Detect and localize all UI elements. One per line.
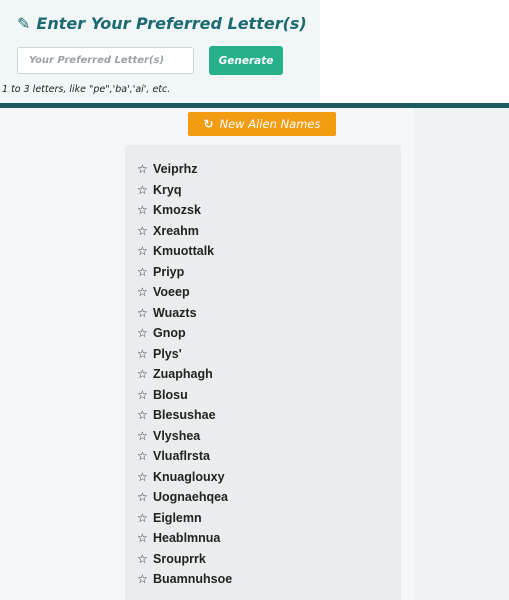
name-label: Buamnuhsoe xyxy=(153,572,233,587)
preferred-letters-panel: ✎ Enter Your Preferred Letter(s) Generate… xyxy=(0,0,320,103)
name-label: Priyp xyxy=(153,264,185,279)
form-title: ✎ Enter Your Preferred Letter(s) xyxy=(17,14,307,33)
name-label: Voeep xyxy=(153,285,190,300)
star-outline-icon[interactable]: ☆ xyxy=(137,183,153,197)
name-item[interactable]: ☆ Kmuottalk xyxy=(137,241,232,262)
star-outline-icon[interactable]: ☆ xyxy=(137,449,153,463)
right-gutter xyxy=(414,108,509,600)
star-outline-icon[interactable]: ☆ xyxy=(137,552,153,566)
star-outline-icon[interactable]: ☆ xyxy=(137,531,153,545)
star-outline-icon[interactable]: ☆ xyxy=(137,162,153,176)
name-label: Blosu xyxy=(153,387,188,402)
star-outline-icon[interactable]: ☆ xyxy=(137,326,153,340)
name-label: Uognaehqea xyxy=(153,490,229,505)
star-outline-icon[interactable]: ☆ xyxy=(137,265,153,279)
star-outline-icon[interactable]: ☆ xyxy=(137,347,153,361)
star-outline-icon[interactable]: ☆ xyxy=(137,367,153,381)
name-item[interactable]: ☆ Blesushae xyxy=(137,405,232,426)
name-item[interactable]: ☆ Priyp xyxy=(137,262,232,283)
name-label: Zuaphagh xyxy=(153,367,213,382)
name-item[interactable]: ☆ Eiglemn xyxy=(137,508,232,529)
name-item[interactable]: ☆ Veiprhz xyxy=(137,159,232,180)
name-item[interactable]: ☆ Srouprrk xyxy=(137,549,232,570)
name-label: Vluaflrsta xyxy=(153,449,210,464)
name-label: Xreahm xyxy=(153,223,199,238)
star-outline-icon[interactable]: ☆ xyxy=(137,429,153,443)
star-outline-icon[interactable]: ☆ xyxy=(137,285,153,299)
star-outline-icon[interactable]: ☆ xyxy=(137,490,153,504)
name-label: Vlyshea xyxy=(153,428,201,443)
name-label: Gnop xyxy=(153,326,186,341)
name-label: Veiprhz xyxy=(153,162,198,177)
name-item[interactable]: ☆ Vluaflrsta xyxy=(137,446,232,467)
refresh-icon: ↻ xyxy=(203,117,214,131)
name-item[interactable]: ☆ Kryq xyxy=(137,180,232,201)
star-outline-icon[interactable]: ☆ xyxy=(137,388,153,402)
name-label: Eiglemn xyxy=(153,510,202,525)
star-outline-icon[interactable]: ☆ xyxy=(137,572,153,586)
input-hint: 1 to 3 letters, like "pe",'ba','ai', etc… xyxy=(2,84,171,95)
star-outline-icon[interactable]: ☆ xyxy=(137,244,153,258)
name-item[interactable]: ☆ Plys' xyxy=(137,344,232,365)
name-item[interactable]: ☆ Kmozsk xyxy=(137,200,232,221)
name-item[interactable]: ☆ Heablmnua xyxy=(137,528,232,549)
new-alien-names-button[interactable]: ↻ New Alien Names xyxy=(188,112,336,136)
name-label: Plys' xyxy=(153,346,182,361)
names-list: ☆ Veiprhz ☆ Kryq ☆ Kmozsk ☆ Xreahm ☆ Kmuottalk ☆ Pr… xyxy=(137,159,232,590)
star-outline-icon[interactable]: ☆ xyxy=(137,511,153,525)
preferred-letters-input[interactable] xyxy=(17,47,194,74)
form-title-text: Enter Your Preferred Letter(s) xyxy=(36,14,307,33)
name-label: Srouprrk xyxy=(153,551,206,566)
name-label: Knuaglouxy xyxy=(153,469,225,484)
generate-button[interactable]: Generate xyxy=(209,46,283,75)
new-alien-names-label: New Alien Names xyxy=(219,117,321,131)
star-outline-icon[interactable]: ☆ xyxy=(137,470,153,484)
name-item[interactable]: ☆ Zuaphagh xyxy=(137,364,232,385)
name-label: Wuazts xyxy=(153,305,197,320)
name-item[interactable]: ☆ Xreahm xyxy=(137,221,232,242)
name-item[interactable]: ☆ Gnop xyxy=(137,323,232,344)
name-item[interactable]: ☆ Buamnuhsoe xyxy=(137,569,232,590)
name-item[interactable]: ☆ Wuazts xyxy=(137,303,232,324)
star-outline-icon[interactable]: ☆ xyxy=(137,203,153,217)
name-label: Kmuottalk xyxy=(153,244,215,259)
name-item[interactable]: ☆ Voeep xyxy=(137,282,232,303)
names-panel: ☆ Veiprhz ☆ Kryq ☆ Kmozsk ☆ Xreahm ☆ Kmuottalk ☆ Pr… xyxy=(125,145,401,600)
name-label: Kmozsk xyxy=(153,203,201,218)
star-outline-icon[interactable]: ☆ xyxy=(137,224,153,238)
name-label: Blesushae xyxy=(153,408,216,423)
name-item[interactable]: ☆ Vlyshea xyxy=(137,426,232,447)
edit-icon: ✎ xyxy=(17,14,31,33)
name-item[interactable]: ☆ Blosu xyxy=(137,385,232,406)
name-item[interactable]: ☆ Uognaehqea xyxy=(137,487,232,508)
name-label: Heablmnua xyxy=(153,531,221,546)
name-item[interactable]: ☆ Knuaglouxy xyxy=(137,467,232,488)
star-outline-icon[interactable]: ☆ xyxy=(137,408,153,422)
star-outline-icon[interactable]: ☆ xyxy=(137,306,153,320)
name-label: Kryq xyxy=(153,182,182,197)
